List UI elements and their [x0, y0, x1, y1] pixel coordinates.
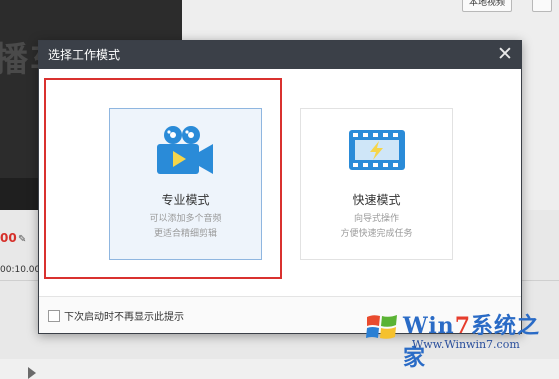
- work-mode-dialog: 选择工作模式 ✕ 专业模式 可以添加多个音频 更适合精细剪辑 快速模式 向导式操…: [38, 40, 522, 334]
- timeline-timecode: 00:10.00: [0, 265, 41, 275]
- watermark-url: Www.Winwin7.com: [412, 338, 520, 351]
- film-strip-lightning-icon: [349, 130, 405, 170]
- edit-icon[interactable]: ✎: [18, 234, 26, 245]
- professional-mode-card[interactable]: 专业模式 可以添加多个音频 更适合精细剪辑: [109, 108, 262, 260]
- dont-show-again-label[interactable]: 下次启动时不再显示此提示: [64, 308, 184, 323]
- professional-mode-title: 专业模式: [161, 193, 210, 207]
- play-icon[interactable]: [28, 367, 36, 379]
- toolbar-button[interactable]: [532, 0, 552, 12]
- local-video-button[interactable]: 本地视频: [462, 0, 513, 12]
- dialog-title: 选择工作模式: [48, 48, 121, 62]
- watermark-brand-seven: 7: [454, 313, 471, 339]
- dialog-header: 选择工作模式 ✕: [39, 41, 521, 69]
- site-watermark: Win7系统之家 Www.Winwin7.com: [360, 305, 559, 371]
- quick-mode-card[interactable]: 快速模式 向导式操作 方便快速完成任务: [300, 108, 453, 260]
- close-icon[interactable]: ✕: [495, 44, 515, 64]
- professional-mode-desc-2: 更适合精细剪辑: [153, 229, 217, 239]
- dont-show-again-checkbox[interactable]: [48, 310, 60, 322]
- watermark-brand-prefix: Win: [403, 313, 455, 339]
- quick-mode-desc-1: 向导式操作: [353, 214, 399, 224]
- video-camera-icon: [157, 126, 213, 174]
- duration-value: 00: [0, 231, 17, 245]
- quick-mode-title: 快速模式: [352, 193, 401, 207]
- windows-logo-icon: [366, 315, 397, 339]
- professional-mode-desc-1: 可以添加多个音频: [149, 214, 222, 224]
- quick-mode-desc-2: 方便快速完成任务: [340, 229, 413, 239]
